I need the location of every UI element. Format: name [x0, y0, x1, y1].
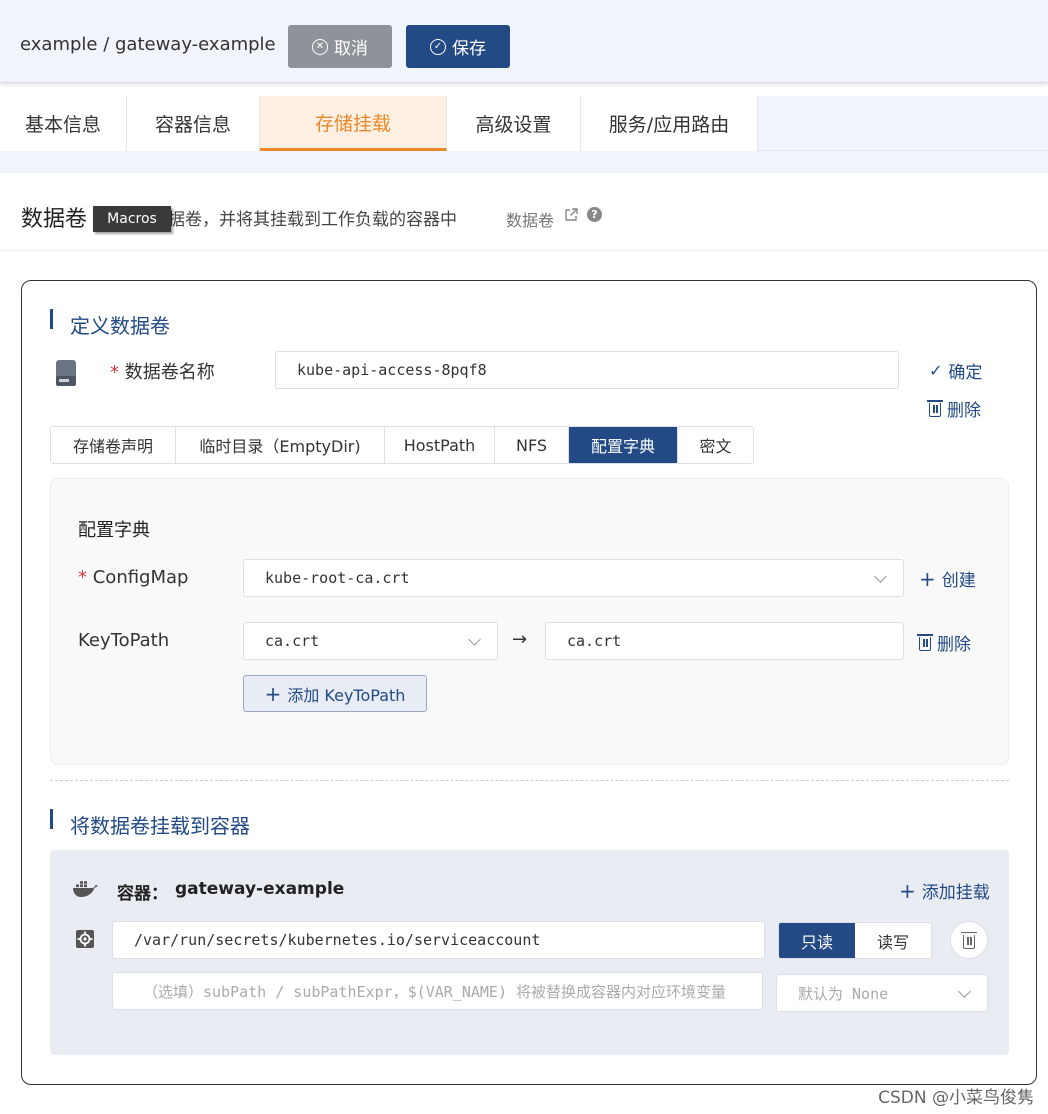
external-link-icon[interactable]	[564, 208, 578, 222]
cancel-label: 取消	[334, 39, 368, 59]
delete-mount-button[interactable]	[950, 921, 988, 959]
volume-doc-link[interactable]: 数据卷	[506, 207, 554, 231]
configmap-select[interactable]: kube-root-ca.crt	[243, 559, 904, 597]
tab-storage-mount[interactable]: 存储挂载	[260, 96, 447, 151]
add-mount-button[interactable]: + 添加挂载	[899, 878, 990, 904]
subpath-input[interactable]: （选填）subPath / subPathExpr，$(VAR_NAME) 将被…	[112, 972, 763, 1010]
volume-type-pvc[interactable]: 存储卷声明	[51, 427, 176, 463]
delete-keytopath-button[interactable]: 删除	[917, 630, 971, 655]
section-marker	[50, 309, 53, 329]
plus-icon: +	[899, 878, 916, 903]
access-mode-toggle: 只读 读写	[778, 922, 932, 959]
create-label: 创建	[941, 571, 976, 591]
key-select-value: ca.crt	[265, 632, 320, 650]
hint-title: 数据卷	[21, 207, 88, 232]
help-icon[interactable]: ?	[587, 207, 602, 222]
plus-icon: +	[919, 566, 936, 591]
mount-path-input[interactable]: /var/run/secrets/kubernetes.io/serviceac…	[112, 921, 765, 959]
volume-disk-icon	[56, 360, 76, 386]
breadcrumb[interactable]: example / gateway-example	[20, 34, 276, 55]
gear-icon	[76, 930, 94, 948]
docker-icon	[73, 881, 98, 897]
readwrite-option[interactable]: 读写	[855, 923, 931, 958]
tab-service-routing[interactable]: 服务/应用路由	[581, 96, 758, 151]
trash-icon	[961, 931, 977, 949]
tab-basic-info[interactable]: 基本信息	[0, 96, 127, 151]
required-mark: *	[110, 362, 125, 383]
delete-volume-label: 删除	[947, 401, 981, 421]
hint-description: 据卷，并将其挂载到工作负载的容器中	[168, 210, 457, 230]
volume-type-hostpath[interactable]: HostPath	[385, 427, 495, 463]
add-mount-label: 添加挂载	[921, 883, 990, 903]
confirm-label: 确定	[948, 363, 983, 383]
cancel-button[interactable]: ✕ 取消	[288, 25, 392, 68]
chevron-down-icon	[468, 633, 481, 646]
add-keytopath-button[interactable]: + 添加 KeyToPath	[243, 675, 427, 712]
volume-type-nfs[interactable]: NFS	[495, 427, 569, 463]
delete-volume-button[interactable]: 删除	[927, 396, 981, 421]
tooltip: Macros	[93, 206, 171, 232]
configmap-select-value: kube-root-ca.crt	[265, 569, 410, 587]
section-marker	[50, 809, 53, 829]
tab-bar: 基本信息 容器信息 存储挂载 高级设置 服务/应用路由	[0, 96, 1048, 173]
delete-keytopath-label: 删除	[937, 635, 971, 655]
volume-type-secret[interactable]: 密文	[678, 427, 753, 463]
confirm-button[interactable]: ✓ 确定	[929, 358, 982, 383]
container-label: 容器：	[117, 884, 168, 904]
chevron-down-icon	[958, 985, 971, 998]
volume-name-input[interactable]: kube-api-access-8pqf8	[275, 351, 899, 389]
tab-advanced-settings[interactable]: 高级设置	[447, 96, 581, 151]
mount-section-title: 将数据卷挂载到容器	[70, 814, 250, 838]
watermark: CSDN @小菜鸟俊隽	[878, 1088, 1034, 1108]
save-label: 保存	[452, 39, 486, 59]
keytopath-label: KeyToPath	[78, 630, 170, 651]
propagation-select-placeholder: 默认为 None	[798, 984, 889, 1003]
add-keytopath-label: 添加 KeyToPath	[287, 685, 406, 705]
create-configmap-button[interactable]: + 创建	[919, 566, 976, 592]
volume-type-configmap[interactable]: 配置字典	[569, 427, 678, 463]
volume-type-tabs: 存储卷声明 临时目录（EmptyDir) HostPath NFS 配置字典 密…	[50, 426, 754, 464]
configmap-label-text: ConfigMap	[92, 567, 189, 588]
configmap-panel-title: 配置字典	[78, 520, 150, 541]
trash-icon	[927, 400, 943, 417]
path-input[interactable]: ca.crt	[545, 622, 904, 660]
section-divider	[50, 780, 1009, 781]
container-name: gateway-example	[175, 879, 345, 899]
check-icon: ✓	[929, 361, 943, 380]
readonly-option[interactable]: 只读	[779, 923, 855, 958]
volume-type-emptydir[interactable]: 临时目录（EmptyDir)	[176, 427, 385, 463]
key-select[interactable]: ca.crt	[243, 622, 498, 660]
define-volume-title: 定义数据卷	[70, 314, 170, 338]
close-circle-icon: ✕	[312, 38, 328, 55]
trash-icon	[917, 634, 933, 651]
required-mark: *	[78, 567, 93, 588]
configmap-label: * ConfigMap	[78, 567, 188, 588]
arrow-right-icon: →	[512, 629, 528, 650]
propagation-select[interactable]: 默认为 None	[776, 974, 988, 1012]
plus-icon: +	[264, 681, 282, 706]
top-bar: example / gateway-example ✕ 取消 ✓ 保存	[0, 0, 1048, 83]
volume-name-label-text: 数据卷名称	[124, 362, 215, 383]
tab-container-info[interactable]: 容器信息	[127, 96, 260, 151]
chevron-down-icon	[874, 570, 887, 583]
volume-name-label: * 数据卷名称	[110, 358, 215, 384]
check-circle-icon: ✓	[430, 38, 446, 55]
save-button[interactable]: ✓ 保存	[406, 25, 510, 68]
